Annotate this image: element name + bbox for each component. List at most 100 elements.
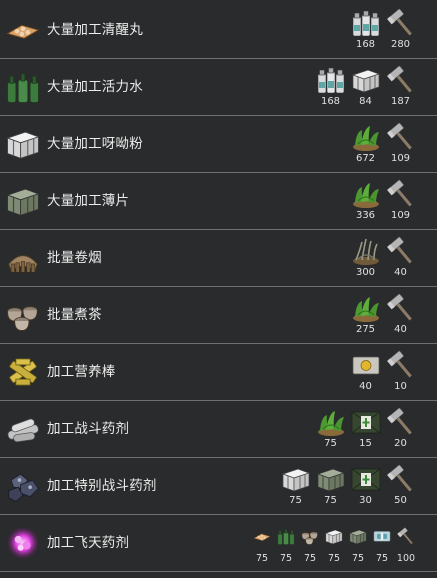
recipe-costs: 300 40 <box>349 236 417 282</box>
recipe-row[interactable]: 批量卷烟 300 40 <box>0 230 437 287</box>
pill-tray-icon <box>252 527 272 551</box>
cost-value: 50 <box>394 495 407 506</box>
hammer-icon <box>396 527 416 551</box>
recipe-list: 大量加工清醒丸 168 280 大量加工活力水 168 84 187 大量加工呀呦粉 672 10… <box>0 0 437 578</box>
cost-value: 109 <box>390 210 411 221</box>
cost-value: 168 <box>355 39 376 50</box>
recipe-costs: 168 84 187 <box>314 65 417 111</box>
cost-value: 75 <box>255 553 269 564</box>
recipe-costs: 75 15 20 <box>314 407 417 453</box>
cost-item: 10 <box>384 350 417 393</box>
medkit-icon <box>350 407 382 437</box>
recipe-label: 大量加工呀呦粉 <box>47 136 143 152</box>
cost-value: 10 <box>394 381 407 392</box>
green-plant-icon <box>315 407 347 437</box>
cost-value: 275 <box>355 324 376 335</box>
recipe-row[interactable]: 大量加工活力水 168 84 187 <box>0 59 437 116</box>
cost-value: 75 <box>324 438 337 449</box>
cost-value: 75 <box>351 553 365 564</box>
medicine-bottles-icon <box>315 65 347 95</box>
recipe-row[interactable]: 加工特别战斗药剂 75 75 30 50 <box>0 458 437 515</box>
recipe-label: 批量卷烟 <box>47 250 102 266</box>
white-crate-icon <box>350 65 382 95</box>
recipe-costs: 75 75 75 75 75 75 100 <box>251 521 417 567</box>
nutrition-bars-icon <box>4 353 42 391</box>
cost-value: 20 <box>394 438 407 449</box>
green-plant-icon <box>350 293 382 323</box>
cost-item: 40 <box>384 293 417 336</box>
green-crate-icon <box>315 464 347 494</box>
cost-value: 40 <box>394 324 407 335</box>
recipe-costs: 275 40 <box>349 293 417 339</box>
cost-item: 75 <box>275 521 297 565</box>
recipe-label: 大量加工清醒丸 <box>47 22 143 38</box>
recipe-costs: 75 75 30 50 <box>279 464 417 510</box>
cost-value: 75 <box>375 553 389 564</box>
cost-value: 336 <box>355 210 376 221</box>
cost-item: 280 <box>384 8 417 51</box>
blue-vial-icon <box>372 527 392 551</box>
cost-item: 168 <box>314 65 347 108</box>
cost-value: 30 <box>359 495 372 506</box>
medkit-icon <box>350 464 382 494</box>
recipe-row[interactable]: 大量加工清醒丸 168 280 <box>0 2 437 59</box>
cost-value: 300 <box>355 267 376 278</box>
cost-item: 109 <box>384 179 417 222</box>
silver-syringe-icon <box>4 410 42 448</box>
white-crate-icon <box>324 527 344 551</box>
recipe-row[interactable]: 加工战斗药剂 75 15 20 <box>0 401 437 458</box>
hammer-icon <box>385 8 417 38</box>
recipe-label: 加工营养棒 <box>47 364 116 380</box>
cost-value: 280 <box>390 39 411 50</box>
hammer-icon <box>385 293 417 323</box>
recipe-row[interactable]: 大量加工薄片 336 109 <box>0 173 437 230</box>
cost-item: 168 <box>349 8 382 51</box>
green-plant-icon <box>350 179 382 209</box>
cost-item: 40 <box>349 350 382 393</box>
recipe-costs: 672 109 <box>349 122 417 168</box>
recipe-label: 加工飞天药剂 <box>47 535 130 551</box>
cost-value: 84 <box>359 96 372 107</box>
cost-item: 75 <box>251 521 273 565</box>
tea-bowls-icon <box>300 527 320 551</box>
recipe-label: 批量煮茶 <box>47 307 102 323</box>
tea-bowls-icon <box>4 296 42 334</box>
cost-item: 75 <box>371 521 393 565</box>
recipe-row[interactable]: 批量煮茶 275 40 <box>0 287 437 344</box>
recipe-row[interactable]: 加工营养棒 40 10 <box>0 344 437 401</box>
green-plant-icon <box>350 122 382 152</box>
gold-chip-icon <box>350 350 382 380</box>
cost-value: 75 <box>324 495 337 506</box>
hammer-icon <box>385 179 417 209</box>
hammer-icon <box>385 407 417 437</box>
white-crate-icon <box>280 464 312 494</box>
cost-item: 100 <box>395 521 417 565</box>
hammer-icon <box>385 464 417 494</box>
recipe-row[interactable]: 加工飞天药剂 75 75 75 75 75 75 100 <box>0 515 437 572</box>
recipe-label: 加工战斗药剂 <box>47 421 130 437</box>
hammer-icon <box>385 236 417 266</box>
cost-value: 168 <box>320 96 341 107</box>
glowing-orb-icon <box>4 524 42 562</box>
cost-value: 75 <box>289 495 302 506</box>
cost-item: 30 <box>349 464 382 507</box>
white-crate-icon <box>4 125 42 163</box>
recipe-costs: 40 10 <box>349 350 417 396</box>
medicine-bottles-icon <box>350 8 382 38</box>
cost-item: 75 <box>347 521 369 565</box>
cost-value: 187 <box>390 96 411 107</box>
cost-value: 75 <box>279 553 293 564</box>
green-crate-icon <box>348 527 368 551</box>
cost-item: 75 <box>279 464 312 507</box>
cost-value: 75 <box>303 553 317 564</box>
rolled-leaves-icon <box>4 239 42 277</box>
dry-plant-icon <box>350 236 382 266</box>
recipe-row[interactable]: 大量加工呀呦粉 672 109 <box>0 116 437 173</box>
cost-item: 672 <box>349 122 382 165</box>
cost-value: 672 <box>355 153 376 164</box>
cost-value: 100 <box>396 553 416 564</box>
blue-crystal-icon <box>4 467 42 505</box>
recipe-label: 加工特别战斗药剂 <box>47 478 157 494</box>
cost-value: 75 <box>327 553 341 564</box>
cost-item: 84 <box>349 65 382 108</box>
